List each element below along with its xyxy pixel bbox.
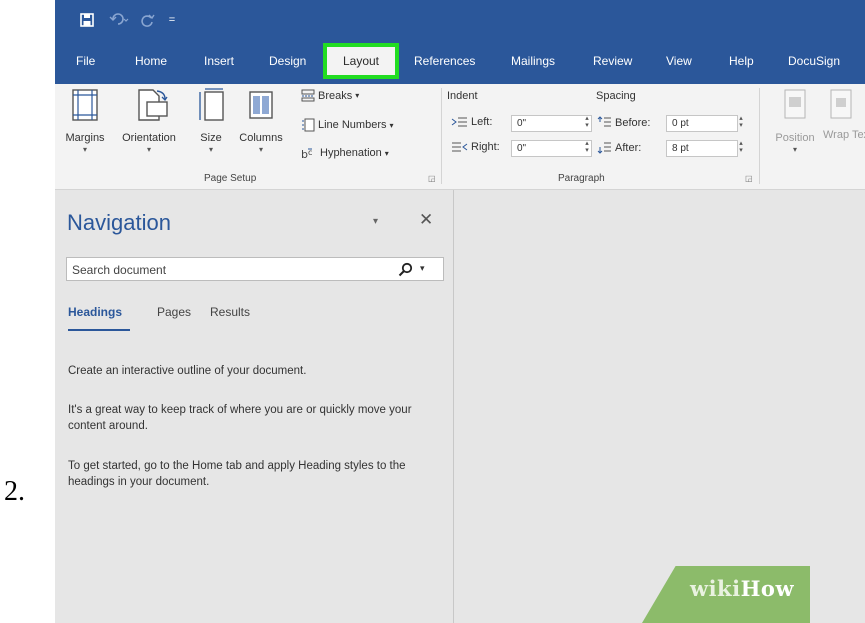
indent-right-spinner[interactable]: ▴ ▾ xyxy=(583,140,591,154)
indent-right-input[interactable]: 0" xyxy=(511,140,592,157)
step-number: 2. xyxy=(4,476,25,507)
ribbon: Margins ▾ Orientation ▾ Size ▾ Columns ▾ xyxy=(55,84,865,190)
save-icon[interactable] xyxy=(77,9,97,31)
customize-qat-icon[interactable]: = xyxy=(165,9,179,31)
spacing-before-label: Before: xyxy=(597,116,650,129)
hyphenation-icon: bc xyxy=(301,148,312,160)
indent-left-input[interactable]: 0" xyxy=(511,115,592,132)
tab-view[interactable]: View xyxy=(666,54,692,68)
tab-review[interactable]: Review xyxy=(593,54,632,68)
spacing-after-label: After: xyxy=(597,141,641,154)
position-button[interactable]: Position ▾ xyxy=(770,88,820,154)
tab-mailings[interactable]: Mailings xyxy=(511,54,555,68)
tab-docusign[interactable]: DocuSign xyxy=(788,54,840,68)
search-icon[interactable] xyxy=(398,262,413,277)
page-setup-group-label: Page Setup xyxy=(204,173,257,184)
orientation-icon xyxy=(135,88,168,122)
breaks-button[interactable]: Breaks ▾ xyxy=(301,89,359,102)
spacing-before-input[interactable]: 0 pt xyxy=(666,115,738,132)
spacing-before-icon xyxy=(597,116,611,127)
indent-header: Indent xyxy=(447,90,478,102)
orientation-button[interactable]: Orientation ▾ xyxy=(114,88,184,154)
spacing-before-spinner[interactable]: ▴ ▾ xyxy=(737,115,745,129)
indent-left-label: Left: xyxy=(451,116,492,128)
line-numbers-icon xyxy=(302,118,315,132)
navigation-title: Navigation xyxy=(67,210,171,235)
pane-options-icon[interactable]: ▾ xyxy=(373,216,378,227)
search-placeholder: Search document xyxy=(72,263,167,277)
indent-right-label: Right: xyxy=(451,141,500,153)
margins-button[interactable]: Margins ▾ xyxy=(61,88,109,154)
document-area[interactable] xyxy=(454,190,865,623)
breaks-icon xyxy=(301,89,315,102)
columns-button[interactable]: Columns ▾ xyxy=(236,88,286,154)
hyphenation-button[interactable]: bc Hyphenation ▾ xyxy=(301,146,389,160)
ribbon-tabs: File Home Insert Design Layout Reference… xyxy=(55,40,865,84)
paragraph-launcher-icon[interactable]: ◲ xyxy=(745,174,753,183)
line-numbers-button[interactable]: Line Numbers ▾ xyxy=(301,118,394,132)
spacing-after-icon xyxy=(597,142,611,154)
margins-icon xyxy=(71,88,99,122)
navigation-pane: Navigation ▾ ✕ Search document ▾ Heading… xyxy=(55,190,454,623)
nav-tab-headings[interactable]: Headings xyxy=(68,305,122,319)
tab-home[interactable]: Home xyxy=(135,54,167,68)
tab-help[interactable]: Help xyxy=(729,54,754,68)
tab-references[interactable]: References xyxy=(414,54,475,68)
svg-text:b: b xyxy=(301,148,308,160)
indent-left-icon xyxy=(451,117,467,126)
nav-help-text-2: It's a great way to keep track of where … xyxy=(68,404,412,432)
nav-help-text-3: To get started, go to the Home tab and a… xyxy=(68,460,406,488)
tab-design[interactable]: Design xyxy=(269,54,306,68)
search-options-icon[interactable]: ▾ xyxy=(420,263,425,274)
page-setup-launcher-icon[interactable]: ◲ xyxy=(428,174,436,183)
tab-file[interactable]: File xyxy=(76,54,95,68)
columns-icon xyxy=(247,88,275,122)
spacing-header: Spacing xyxy=(596,90,636,102)
title-bar: = xyxy=(55,0,865,40)
active-tab-indicator xyxy=(68,329,130,331)
close-icon[interactable]: ✕ xyxy=(419,210,433,230)
paragraph-group-label: Paragraph xyxy=(558,173,605,184)
undo-icon[interactable] xyxy=(107,9,133,31)
wrap-text-icon xyxy=(829,88,857,122)
wrap-text-button[interactable]: Wrap Text xyxy=(823,88,865,143)
wikihow-logo: wikiHow xyxy=(690,576,795,601)
spacing-after-spinner[interactable]: ▴ ▾ xyxy=(737,140,745,154)
indent-left-spinner[interactable]: ▴ ▾ xyxy=(583,115,591,129)
redo-icon[interactable] xyxy=(139,9,157,31)
tab-layout[interactable]: Layout xyxy=(323,43,399,79)
nav-tab-results[interactable]: Results xyxy=(210,305,250,319)
indent-right-icon xyxy=(452,142,468,151)
size-button[interactable]: Size ▾ xyxy=(194,88,228,154)
search-input[interactable]: Search document ▾ xyxy=(66,257,444,281)
spacing-after-input[interactable]: 8 pt xyxy=(666,140,738,157)
tab-insert[interactable]: Insert xyxy=(204,54,234,68)
word-window: = File Home Insert Design Layout Referen… xyxy=(55,0,865,623)
position-icon xyxy=(781,88,809,122)
nav-help-text-1: Create an interactive outline of your do… xyxy=(68,365,307,377)
nav-tab-pages[interactable]: Pages xyxy=(157,305,191,319)
size-icon xyxy=(197,88,225,122)
